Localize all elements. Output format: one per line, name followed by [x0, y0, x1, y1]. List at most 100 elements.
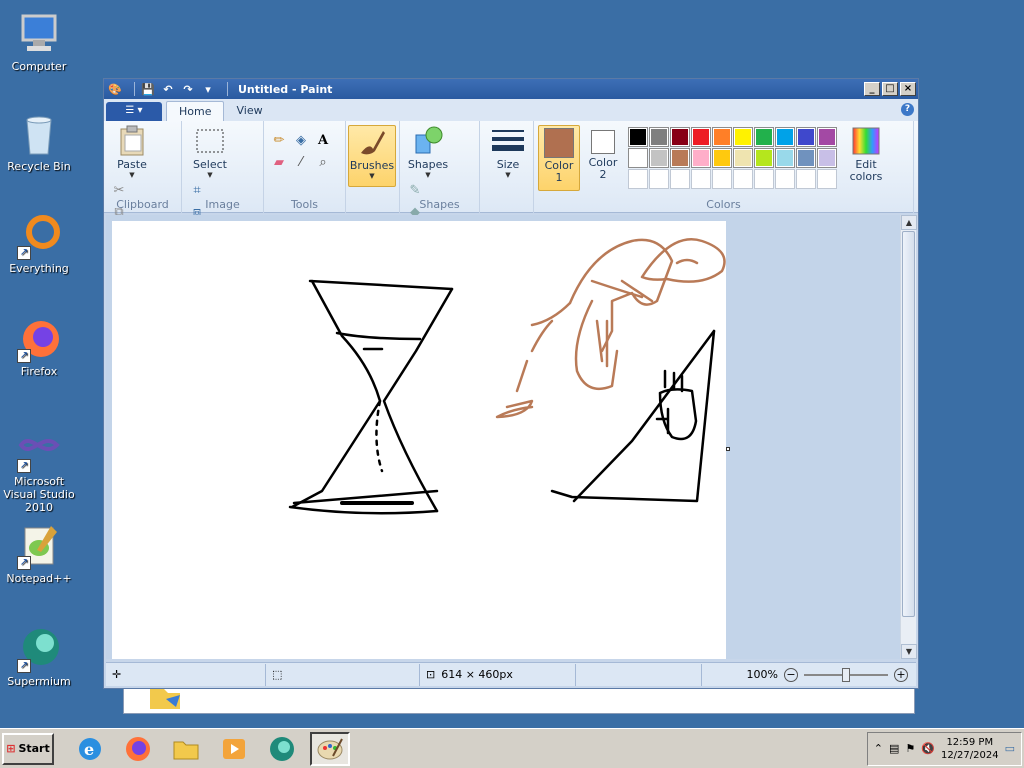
- shortcut-arrow-icon: ↗: [17, 659, 31, 673]
- scroll-up-button[interactable]: ▲: [901, 215, 917, 230]
- palette-swatch[interactable]: [796, 127, 816, 147]
- palette-swatch[interactable]: [775, 169, 795, 189]
- cut-icon[interactable]: ✂: [109, 180, 129, 200]
- shapes-button[interactable]: Shapes ▼: [404, 125, 452, 179]
- palette-swatch[interactable]: [649, 127, 669, 147]
- show-hidden-icons-button[interactable]: ⌃: [874, 742, 883, 755]
- taskbar-paint[interactable]: [310, 731, 350, 766]
- tab-home[interactable]: Home: [166, 101, 225, 121]
- scroll-thumb[interactable]: [902, 231, 915, 617]
- fill-icon[interactable]: ◈: [291, 130, 311, 150]
- start-button[interactable]: ⊞ Start: [2, 732, 54, 765]
- palette-swatch[interactable]: [817, 169, 837, 189]
- paste-button[interactable]: Paste ▼: [108, 125, 156, 179]
- redo-icon[interactable]: ↷: [181, 82, 195, 96]
- palette-swatch[interactable]: [775, 127, 795, 147]
- palette-swatch[interactable]: [628, 148, 648, 168]
- palette-swatch[interactable]: [817, 148, 837, 168]
- desktop-icon-label: Recycle Bin: [7, 160, 71, 173]
- taskbar-firefox[interactable]: [118, 732, 158, 766]
- palette-swatch[interactable]: [775, 148, 795, 168]
- action-center-flag-icon[interactable]: ⚑: [905, 742, 915, 755]
- text-icon[interactable]: A: [313, 130, 333, 150]
- color2-button[interactable]: Color 2: [582, 125, 624, 191]
- zoom-in-button[interactable]: +: [894, 667, 908, 682]
- clipboard-group: Paste ▼ ✂ ⧉ Clipboard: [104, 121, 182, 220]
- desktop-icon-supermium[interactable]: ↗ Supermium: [0, 625, 78, 688]
- volume-muted-icon[interactable]: 🔇: [921, 742, 935, 755]
- palette-swatch[interactable]: [670, 148, 690, 168]
- palette-swatch[interactable]: [733, 169, 753, 189]
- palette-swatch[interactable]: [649, 148, 669, 168]
- palette-swatch[interactable]: [628, 169, 648, 189]
- palette-swatch[interactable]: [796, 169, 816, 189]
- minimize-button[interactable]: _: [864, 82, 880, 96]
- desktop-icon-notepadpp[interactable]: ↗ Notepad++: [0, 522, 78, 585]
- taskbar-media-player[interactable]: [214, 732, 254, 766]
- customize-quick-access-icon[interactable]: ▾: [201, 82, 215, 96]
- palette-swatch[interactable]: [691, 169, 711, 189]
- palette-swatch[interactable]: [754, 169, 774, 189]
- palette-swatch[interactable]: [670, 127, 690, 147]
- select-button[interactable]: Select ▼: [186, 125, 234, 179]
- palette-row: [628, 148, 838, 169]
- palette-swatch[interactable]: [754, 127, 774, 147]
- pencil-icon[interactable]: ✏: [269, 130, 289, 150]
- title-bar[interactable]: 🎨 💾 ↶ ↷ ▾ Untitled - Paint _ □ ×: [104, 79, 918, 99]
- selection-size-icon: ⬚: [272, 668, 283, 681]
- palette-swatch[interactable]: [670, 169, 690, 189]
- zoom-slider[interactable]: [804, 667, 888, 682]
- desktop-icon-visual-studio[interactable]: ↗ Microsoft Visual Studio 2010: [0, 425, 78, 514]
- desktop-icon-everything[interactable]: ↗ Everything: [0, 212, 78, 275]
- show-desktop-icon[interactable]: ▭: [1005, 742, 1015, 755]
- palette-swatch[interactable]: [817, 127, 837, 147]
- scroll-down-button[interactable]: ▼: [901, 644, 917, 659]
- eraser-icon[interactable]: ▰: [269, 152, 289, 172]
- paint-app-icon[interactable]: 🎨: [108, 82, 122, 96]
- drawing-canvas[interactable]: [112, 221, 730, 659]
- palette-swatch[interactable]: [712, 127, 732, 147]
- canvas-size-panel: ⊡ 614 × 460px: [420, 663, 576, 686]
- taskbar: ⊞ Start e ⌃ ▤ ⚑ 🔇 12:59 PM 12/27/2024 ▭: [0, 728, 1024, 768]
- network-icon[interactable]: ▤: [889, 742, 899, 755]
- taskbar-internet-explorer[interactable]: e: [70, 732, 110, 766]
- palette-row: [628, 127, 838, 148]
- close-button[interactable]: ×: [900, 82, 916, 96]
- outline-icon[interactable]: ✎: [405, 180, 425, 200]
- palette-swatch[interactable]: [691, 127, 711, 147]
- rainbow-palette-icon: [850, 125, 882, 157]
- tab-view[interactable]: View: [224, 101, 274, 121]
- canvas-resize-handle[interactable]: [726, 447, 730, 451]
- palette-swatch[interactable]: [754, 148, 774, 168]
- crop-icon[interactable]: ⌗: [187, 180, 207, 200]
- palette-swatch[interactable]: [691, 148, 711, 168]
- paint-menu-button[interactable]: ☰ ▾: [106, 102, 162, 121]
- palette-swatch[interactable]: [796, 148, 816, 168]
- size-button[interactable]: Size ▼: [484, 125, 532, 179]
- color1-button[interactable]: Color 1: [538, 125, 580, 191]
- desktop-icon-recycle-bin[interactable]: Recycle Bin: [0, 110, 78, 173]
- shapes-icon: [412, 125, 444, 157]
- maximize-button[interactable]: □: [882, 82, 898, 96]
- clock[interactable]: 12:59 PM 12/27/2024: [941, 736, 999, 762]
- brushes-button[interactable]: Brushes ▼: [348, 125, 396, 187]
- recycle-bin-icon: [15, 110, 63, 158]
- palette-swatch[interactable]: [712, 169, 732, 189]
- zoom-out-button[interactable]: −: [784, 667, 798, 682]
- taskbar-supermium[interactable]: [262, 732, 302, 766]
- vertical-scrollbar[interactable]: ▲ ▼: [900, 215, 917, 659]
- palette-swatch[interactable]: [628, 127, 648, 147]
- palette-swatch[interactable]: [712, 148, 732, 168]
- desktop-icon-firefox[interactable]: ↗ Firefox: [0, 315, 78, 378]
- palette-swatch[interactable]: [649, 169, 669, 189]
- save-icon[interactable]: 💾: [141, 82, 155, 96]
- palette-swatch[interactable]: [733, 148, 753, 168]
- color-picker-icon[interactable]: ⁄: [291, 152, 311, 172]
- desktop-icon-computer[interactable]: Computer: [0, 10, 78, 73]
- undo-icon[interactable]: ↶: [161, 82, 175, 96]
- palette-swatch[interactable]: [733, 127, 753, 147]
- taskbar-file-explorer[interactable]: [166, 732, 206, 766]
- help-icon[interactable]: ?: [901, 103, 914, 116]
- magnifier-icon[interactable]: ⌕: [313, 152, 333, 172]
- zoom-slider-thumb[interactable]: [842, 667, 850, 682]
